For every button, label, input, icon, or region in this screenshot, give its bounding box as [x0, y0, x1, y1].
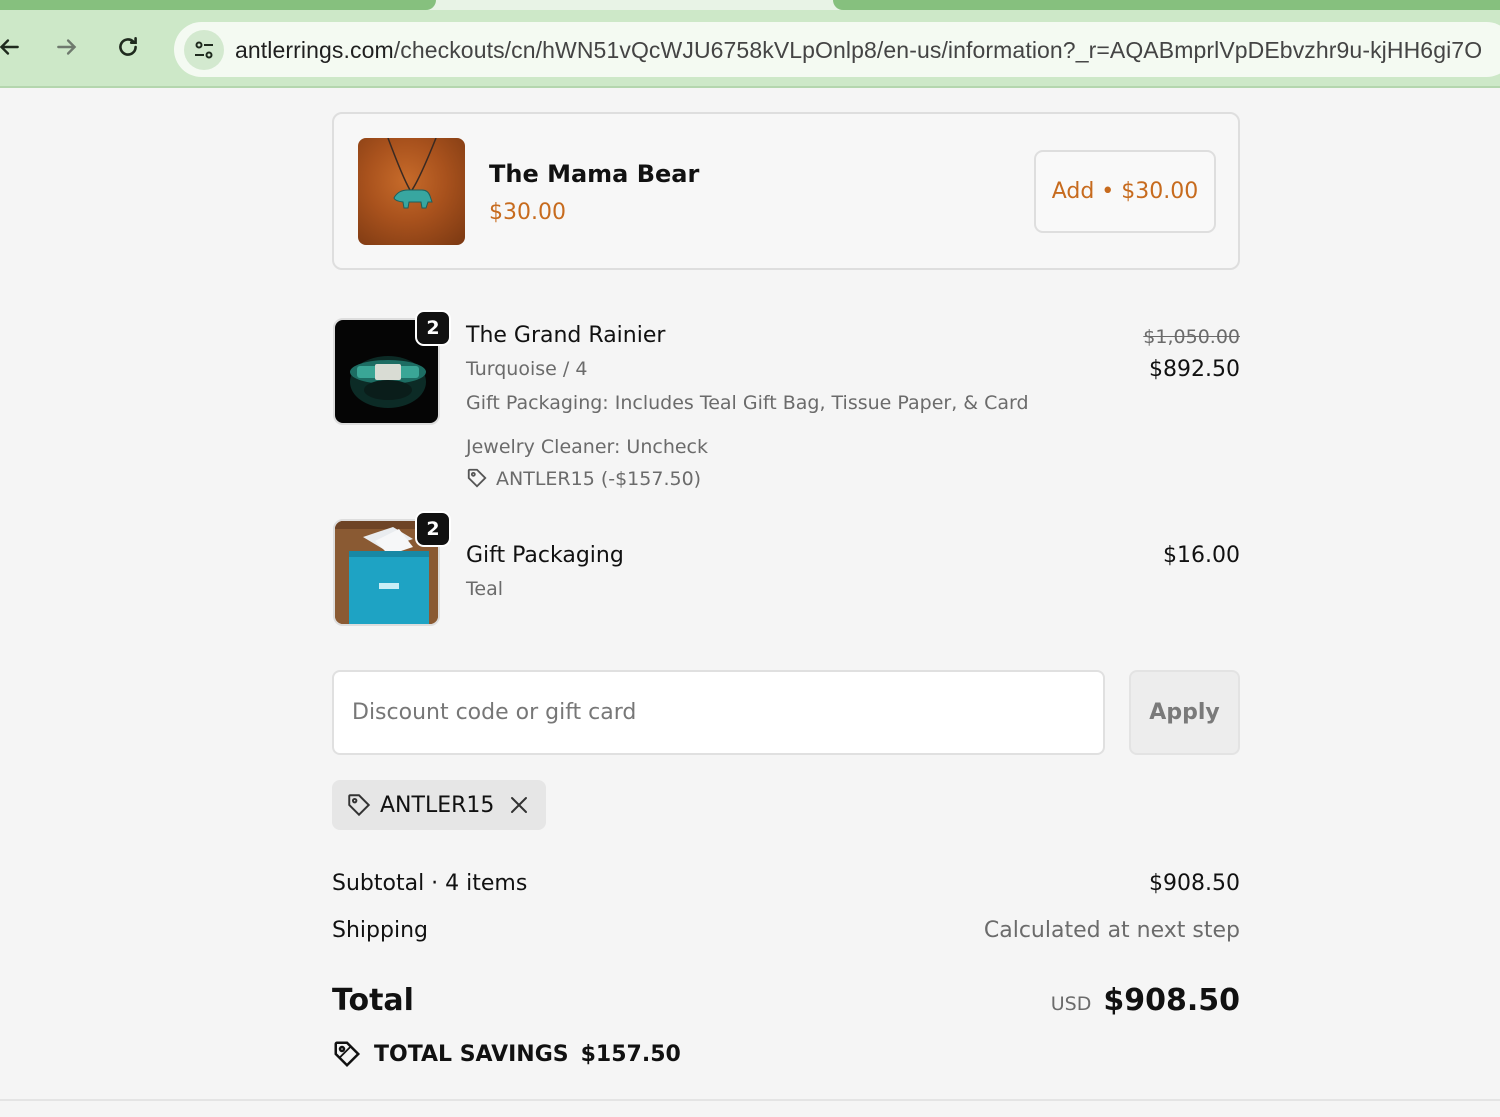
back-arrow-icon[interactable] [0, 32, 24, 62]
necklace-bear-image [387, 138, 437, 209]
upsell-card: The Mama Bear $30.00 Add • $30.00 [332, 112, 1240, 270]
add-upsell-button[interactable]: Add • $30.00 [1034, 150, 1216, 233]
apply-discount-button[interactable]: Apply [1129, 670, 1240, 755]
url-domain: antlerrings.com [235, 37, 394, 63]
total-savings: TOTAL SAVINGS $157.50 [332, 1039, 681, 1069]
quantity-badge: 2 [415, 310, 451, 346]
divider [0, 1099, 1500, 1101]
upsell-product-price: $30.00 [489, 200, 566, 225]
quantity-badge: 2 [415, 511, 451, 547]
forward-arrow-icon[interactable] [52, 32, 82, 62]
savings-tag-icon [334, 1041, 361, 1068]
product-image [358, 138, 465, 245]
line-item-variant: Turquoise / 4 [466, 358, 588, 380]
shipping-label: Shipping [332, 918, 428, 943]
tag-icon [467, 468, 487, 488]
tag-icon [348, 794, 371, 817]
browser-tab[interactable] [833, 0, 1500, 10]
total-amount: $908.50 [1103, 983, 1240, 1018]
upsell-product-title: The Mama Bear [489, 160, 700, 188]
subtotal-value: $908.50 [1149, 871, 1240, 896]
line-item-option: Gift Packaging: Includes Teal Gift Bag, … [466, 392, 1029, 414]
tab-strip [0, 0, 1500, 10]
total-label: Total [332, 983, 414, 1018]
reload-icon[interactable] [113, 32, 143, 62]
savings-amount: $157.50 [580, 1041, 681, 1067]
line-item-price: $16.00 [1163, 543, 1240, 568]
subtotal-label: Subtotal · 4 items [332, 871, 528, 896]
applied-discount-code: ANTLER15 [380, 792, 495, 818]
line-item-thumbnail: 2 [333, 511, 451, 626]
savings-label: TOTAL SAVINGS [374, 1041, 569, 1067]
browser-toolbar: antlerrings.com/checkouts/cn/hWN51vQcWJU… [0, 10, 1500, 88]
line-item-option: Jewelry Cleaner: Uncheck [466, 436, 708, 458]
line-item-title: The Grand Rainier [466, 323, 666, 348]
line-item-discount: ANTLER15 (-$157.50) [466, 467, 701, 490]
browser-tab[interactable] [0, 0, 436, 10]
site-settings-icon[interactable] [184, 30, 224, 70]
applied-discount-chip: ANTLER15 [332, 780, 546, 830]
line-item-variant: Teal [466, 578, 503, 600]
line-item-thumbnail: 2 [333, 310, 451, 425]
line-item-price: $892.50 [1149, 357, 1240, 382]
discount-code-input[interactable] [332, 670, 1105, 755]
currency-code: USD [1050, 993, 1092, 1015]
url-text[interactable]: antlerrings.com/checkouts/cn/hWN51vQcWJU… [235, 37, 1482, 64]
close-icon[interactable] [508, 794, 530, 816]
shipping-value: Calculated at next step [983, 918, 1240, 943]
total-value-group: USD $908.50 [1051, 983, 1240, 1018]
compare-at-price: $1,050.00 [1143, 326, 1240, 348]
line-item-title: Gift Packaging [466, 543, 624, 568]
address-bar[interactable]: antlerrings.com/checkouts/cn/hWN51vQcWJU… [174, 22, 1500, 77]
line-item-discount-text: ANTLER15 (-$157.50) [496, 468, 702, 490]
url-path: /checkouts/cn/hWN51vQcWJU6758kVLpOnlp8/e… [393, 37, 1483, 63]
